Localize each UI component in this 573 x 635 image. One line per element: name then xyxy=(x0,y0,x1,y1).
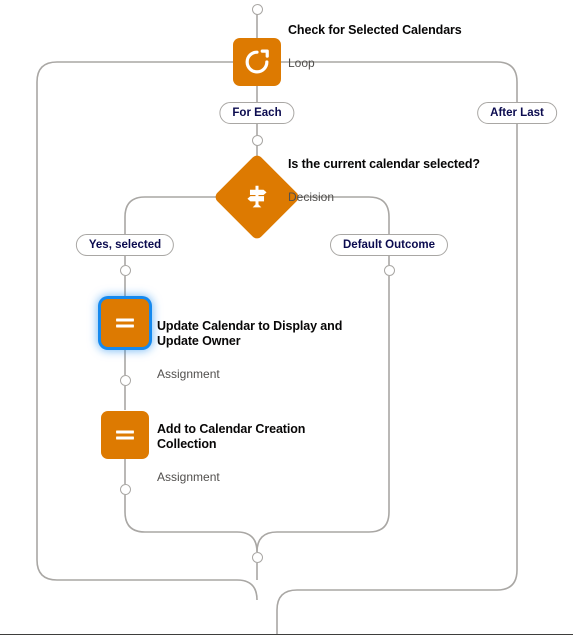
flow-node-assignment-1-subtitle: Assignment xyxy=(157,367,220,381)
loop-icon xyxy=(245,49,269,74)
connector-node-merge[interactable] xyxy=(251,551,263,563)
branch-label-for-each[interactable]: For Each xyxy=(219,102,295,124)
flow-node-assignment-update-calendar[interactable] xyxy=(101,299,149,347)
connector-node-between-assignments[interactable] xyxy=(119,374,131,386)
branch-label-yes-selected[interactable]: Yes, selected xyxy=(75,234,175,256)
connector-node-for-each[interactable] xyxy=(251,134,263,146)
loop-icon-tile xyxy=(233,38,281,86)
flow-node-assignment-1-label: Update Calendar to Display and Update Ow… xyxy=(157,301,362,400)
flow-canvas[interactable]: Check for Selected Calendars Loop For Ea… xyxy=(0,0,573,635)
flow-node-assignment-add-to-collection[interactable] xyxy=(101,411,149,459)
flow-node-assignment-2-label: Add to Calendar Creation Collection Assi… xyxy=(157,404,362,503)
flow-node-assignment-1-title: Update Calendar to Display and Update Ow… xyxy=(157,319,343,348)
connector-node-yes-branch[interactable] xyxy=(119,264,131,276)
connector-node-default-branch[interactable] xyxy=(383,264,395,276)
flow-node-loop[interactable] xyxy=(233,38,281,86)
assignment-equals-icon xyxy=(116,318,134,328)
flow-node-decision-subtitle: Decision xyxy=(288,190,335,204)
flow-node-decision[interactable] xyxy=(213,153,301,241)
assignment-icon-tile-1 xyxy=(101,299,149,347)
flow-node-assignment-2-title: Add to Calendar Creation Collection xyxy=(157,422,306,451)
branch-label-after-last[interactable]: After Last xyxy=(477,102,557,124)
connector-node-top[interactable] xyxy=(251,3,263,15)
decision-signpost-icon xyxy=(247,185,267,208)
flow-node-loop-subtitle: Loop xyxy=(288,56,315,70)
flow-node-decision-label: Is the current calendar selected? Decisi… xyxy=(288,139,538,223)
flow-node-loop-title: Check for Selected Calendars xyxy=(288,23,462,37)
branch-label-default-outcome[interactable]: Default Outcome xyxy=(329,234,449,256)
connector-node-after-assignment-2[interactable] xyxy=(119,483,131,495)
flow-node-decision-title: Is the current calendar selected? xyxy=(288,157,480,171)
flow-node-loop-label: Check for Selected Calendars Loop xyxy=(288,5,538,89)
flow-node-assignment-2-subtitle: Assignment xyxy=(157,470,220,484)
assignment-equals-icon xyxy=(116,430,134,440)
assignment-icon-tile-2 xyxy=(101,411,149,459)
